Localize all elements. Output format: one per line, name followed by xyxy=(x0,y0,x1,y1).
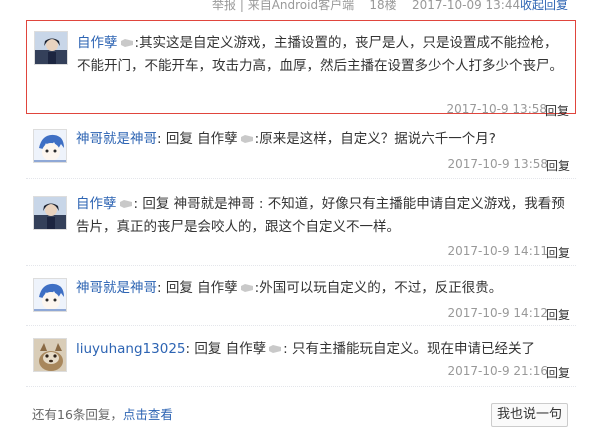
reply-username[interactable]: 神哥就是神哥 xyxy=(76,131,157,147)
post-meta: 举报 | 来自Android客户端 18楼 2017-10-09 13:44 xyxy=(212,0,521,12)
reply-word: 回复 xyxy=(165,131,193,147)
reply-username[interactable]: 自作孽 xyxy=(76,196,117,212)
reply-button[interactable]: 回复 xyxy=(546,157,570,174)
reply-content: 自作孽:其实这是自定义游戏，主播设置的，丧尸是人，只是设置成不能捡枪，不能开门，… xyxy=(77,35,563,74)
reply-button[interactable]: 回复 xyxy=(546,364,570,381)
source-client[interactable]: 来自Android客户端 xyxy=(248,0,354,12)
reply-item: 神哥就是神哥: 回复 自作孽:外国可以玩自定义的，不过，反正很贵。 2017-1… xyxy=(26,266,576,326)
reply-item: 神哥就是神哥: 回复 自作孽:原来是这样，自定义？据说六千一个月? 2017-1… xyxy=(26,114,576,179)
member-badge-icon xyxy=(240,135,253,143)
reply-username[interactable]: 神哥就是神哥 xyxy=(76,280,157,296)
reply-text: 外国可以玩自定义的，不过，反正很贵。 xyxy=(259,280,503,296)
member-badge-icon xyxy=(119,200,132,208)
reply-username[interactable]: 自作孽 xyxy=(77,35,118,51)
reply-button[interactable]: 回复 xyxy=(546,306,570,323)
reply-content: 自作孽: 回复 神哥就是神哥 : 不知道，好像只有主播能申请自定义游戏，我看预告… xyxy=(76,196,565,235)
avatar[interactable] xyxy=(33,196,67,230)
avatar[interactable] xyxy=(33,129,67,163)
reply-content: liuyuhang13025: 回复 自作孽: 只有主播能玩自定义。现在申请已经… xyxy=(76,341,535,357)
collapse-replies-link[interactable]: 收起回复 xyxy=(520,0,568,13)
reply-time: 2017-10-9 21:16 xyxy=(447,364,549,378)
remaining-count: 还有16条回复， xyxy=(32,407,123,422)
reply-text: 只有主播能玩自定义。现在申请已经关了 xyxy=(292,341,535,357)
reply-time: 2017-10-9 14:11 xyxy=(447,244,549,258)
floor-number: 18楼 xyxy=(369,0,397,12)
reply-item: 自作孽:其实这是自定义游戏，主播设置的，丧尸是人，只是设置成不能捡枪，不能开门，… xyxy=(26,20,576,118)
reply-item: 自作孽: 回复 神哥就是神哥 : 不知道，好像只有主播能申请自定义游戏，我看预告… xyxy=(26,179,576,266)
reply-time: 2017-10-9 14:12 xyxy=(447,306,549,320)
reply-text: 原来是这样，自定义？据说六千一个月? xyxy=(259,131,496,147)
post-datetime: 2017-10-09 13:44 xyxy=(411,0,521,12)
avatar[interactable] xyxy=(34,31,68,65)
reply-content: 神哥就是神哥: 回复 自作孽:原来是这样，自定义？据说六千一个月? xyxy=(76,131,496,147)
reply-list: 自作孽:其实这是自定义游戏，主播设置的，丧尸是人，只是设置成不能捡枪，不能开门，… xyxy=(26,20,576,387)
show-more-link[interactable]: 点击查看 xyxy=(123,407,173,422)
report-link[interactable]: 举报 xyxy=(212,0,236,12)
avatar[interactable] xyxy=(33,338,67,372)
member-badge-icon xyxy=(120,39,133,47)
reply-time: 2017-10-9 13:58 xyxy=(447,157,549,171)
reply-word: 回复 xyxy=(165,280,193,296)
reply-content: 神哥就是神哥: 回复 自作孽:外国可以玩自定义的，不过，反正很贵。 xyxy=(76,280,503,296)
reply-target-username[interactable]: 自作孽 xyxy=(197,280,238,296)
post-meta-bar: 举报 | 来自Android客户端 18楼 2017-10-09 13:44 收… xyxy=(0,0,598,14)
reply-text: 其实这是自定义游戏，主播设置的，丧尸是人，只是设置成不能捡枪，不能开门，不能开车… xyxy=(77,35,563,74)
reply-button[interactable]: 回复 xyxy=(546,244,570,261)
reply-word: 回复 xyxy=(194,341,222,357)
reply-username[interactable]: liuyuhang13025 xyxy=(76,341,186,357)
reply-target-username[interactable]: 自作孽 xyxy=(226,341,267,357)
member-badge-icon xyxy=(240,284,253,292)
member-badge-icon xyxy=(269,345,282,353)
reply-item: liuyuhang13025: 回复 自作孽: 只有主播能玩自定义。现在申请已经… xyxy=(26,326,576,387)
avatar[interactable] xyxy=(33,278,67,312)
reply-target-username[interactable]: 神哥就是神哥 xyxy=(174,196,255,212)
reply-word: 回复 xyxy=(142,196,170,212)
say-something-button[interactable]: 我也说一句 xyxy=(491,403,568,427)
more-replies-hint: 还有16条回复，点击查看 xyxy=(32,404,173,423)
reply-target-username[interactable]: 自作孽 xyxy=(197,131,238,147)
